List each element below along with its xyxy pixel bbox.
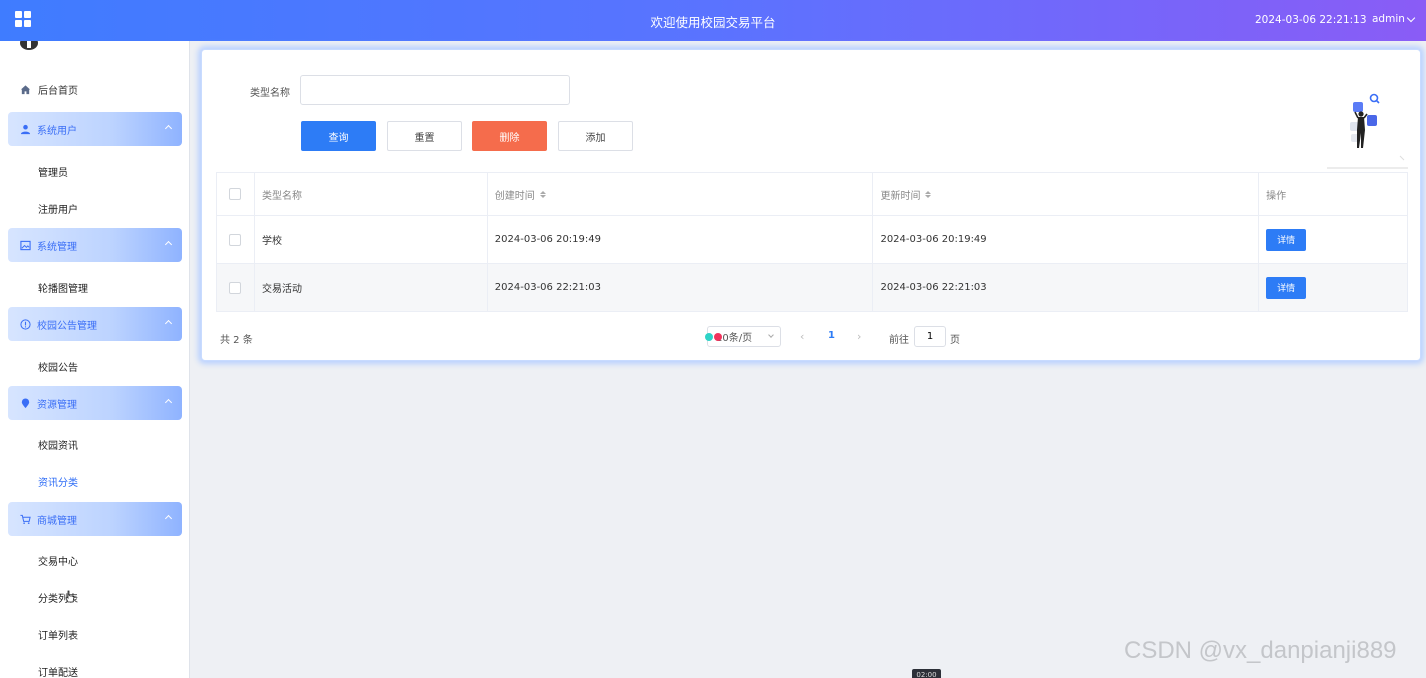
page-number-current[interactable]: 1 [828, 330, 835, 341]
sidebar-item-registered-users[interactable]: 注册用户 [38, 201, 78, 216]
detail-button[interactable]: 详情 [1266, 276, 1307, 299]
sidebar-group-system-users[interactable]: 系统用户 [8, 112, 182, 146]
cell-updated: 2024-03-06 22:21:03 [873, 264, 1260, 311]
sidebar-group-label: 资源管理 [37, 399, 77, 411]
row-checkbox[interactable] [229, 233, 242, 246]
sidebar: 后台首页 系统用户 管理员 注册用户 系统管理 轮播图管理 校园公告管理 校园公… [0, 41, 190, 678]
chevron-up-icon [164, 398, 173, 407]
column-header-actions: 操作 [1259, 173, 1408, 215]
username: admin [1372, 13, 1405, 25]
cell-created: 2024-03-06 22:21:03 [488, 264, 874, 311]
column-header-created[interactable]: 创建时间 [488, 173, 874, 215]
video-time-badge: 02:00 [912, 669, 941, 678]
sidebar-item-label: 后台首页 [38, 85, 78, 97]
column-header-type-name: 类型名称 [255, 173, 488, 215]
top-bar: 欢迎使用校园交易平台 2024-03-06 22:21:13 admin [0, 0, 1426, 41]
cart-icon [19, 513, 31, 525]
logo-icon [20, 41, 38, 50]
sidebar-group-resources[interactable]: 资源管理 [8, 386, 182, 420]
grid-menu-icon[interactable] [15, 11, 31, 27]
teal-dot-icon [705, 333, 713, 341]
column-header-updated[interactable]: 更新时间 [873, 173, 1260, 215]
sidebar-item-order-delivery[interactable]: 订单配送 [38, 664, 78, 678]
table-row: 学校 2024-03-06 20:19:49 2024-03-06 20:19:… [217, 216, 1408, 264]
cell-type-name: 学校 [255, 216, 488, 263]
main-card: 类型名称 查询 重置 删除 添加 类型名称 创建时间 更新时间 操作 学校 20… [201, 49, 1421, 361]
sidebar-group-system-management[interactable]: 系统管理 [8, 228, 182, 262]
user-icon [19, 123, 31, 135]
sidebar-item-order-list[interactable]: 订单列表 [38, 627, 78, 642]
chevron-up-icon [164, 514, 173, 523]
cell-created: 2024-03-06 20:19:49 [488, 216, 874, 263]
sidebar-item-trade-center[interactable]: 交易中心 [38, 553, 78, 568]
sidebar-item-admins[interactable]: 管理员 [38, 164, 68, 179]
type-name-label: 类型名称 [250, 88, 290, 99]
image-icon [19, 239, 31, 251]
type-name-input[interactable] [300, 75, 570, 105]
chevron-up-icon [164, 319, 173, 328]
goto-label: 前往 [889, 335, 909, 346]
chevron-up-icon [164, 124, 173, 133]
total-count: 共 2 条 [220, 335, 253, 346]
cell-updated: 2024-03-06 20:19:49 [873, 216, 1260, 263]
home-icon [19, 83, 31, 95]
chevron-down-icon [768, 332, 774, 338]
red-dot-icon [714, 333, 722, 341]
goto-page-input[interactable] [914, 326, 946, 347]
app-title: 欢迎使用校园交易平台 [650, 15, 776, 30]
column-header-label: 更新时间 [880, 190, 921, 202]
sidebar-group-label: 系统用户 [37, 125, 77, 137]
goto-unit: 页 [950, 335, 960, 346]
table-header-row: 类型名称 创建时间 更新时间 操作 [217, 173, 1408, 216]
cell-type-name: 交易活动 [255, 264, 488, 311]
prev-page-button[interactable]: ‹ [800, 330, 804, 343]
row-checkbox[interactable] [229, 281, 242, 294]
decorative-illustration [1327, 93, 1408, 169]
chevron-up-icon [164, 240, 173, 249]
next-page-button[interactable]: › [857, 330, 861, 343]
sidebar-item-news-categories[interactable]: 资讯分类 [38, 474, 78, 489]
chevron-down-icon [1406, 13, 1416, 22]
detail-button[interactable]: 详情 [1266, 228, 1307, 251]
table-row: 交易活动 2024-03-06 22:21:03 2024-03-06 22:2… [217, 264, 1408, 312]
sidebar-item-home[interactable]: 后台首页 [0, 77, 189, 101]
sort-icon[interactable] [925, 190, 932, 198]
current-datetime: 2024-03-06 22:21:13 [1255, 14, 1367, 26]
sidebar-group-announcements[interactable]: 校园公告管理 [8, 307, 182, 341]
sidebar-group-label: 系统管理 [37, 241, 77, 253]
reset-button[interactable]: 重置 [387, 121, 462, 151]
sort-icon[interactable] [539, 190, 546, 198]
sidebar-group-shop[interactable]: 商城管理 [8, 502, 182, 536]
sidebar-group-label: 商城管理 [37, 515, 77, 527]
data-table: 类型名称 创建时间 更新时间 操作 学校 2024-03-06 20:19:49… [216, 172, 1408, 312]
watermark: CSDN @vx_danpianji889 [1124, 637, 1397, 664]
sidebar-item-campus-news[interactable]: 校园资讯 [38, 437, 78, 452]
column-header-label: 创建时间 [494, 190, 535, 202]
location-icon [19, 397, 31, 409]
select-all-checkbox[interactable] [229, 188, 242, 200]
delete-button[interactable]: 删除 [472, 121, 547, 151]
add-button[interactable]: 添加 [558, 121, 633, 151]
sidebar-group-label: 校园公告管理 [37, 320, 97, 332]
search-button[interactable]: 查询 [301, 121, 376, 151]
recording-indicator [705, 333, 722, 341]
sidebar-item-carousel[interactable]: 轮播图管理 [38, 280, 88, 295]
user-menu[interactable]: admin [1372, 13, 1416, 25]
info-circle-icon [19, 318, 31, 330]
mouse-pointer-icon [65, 590, 75, 603]
sidebar-item-campus-announcements[interactable]: 校园公告 [38, 359, 78, 374]
